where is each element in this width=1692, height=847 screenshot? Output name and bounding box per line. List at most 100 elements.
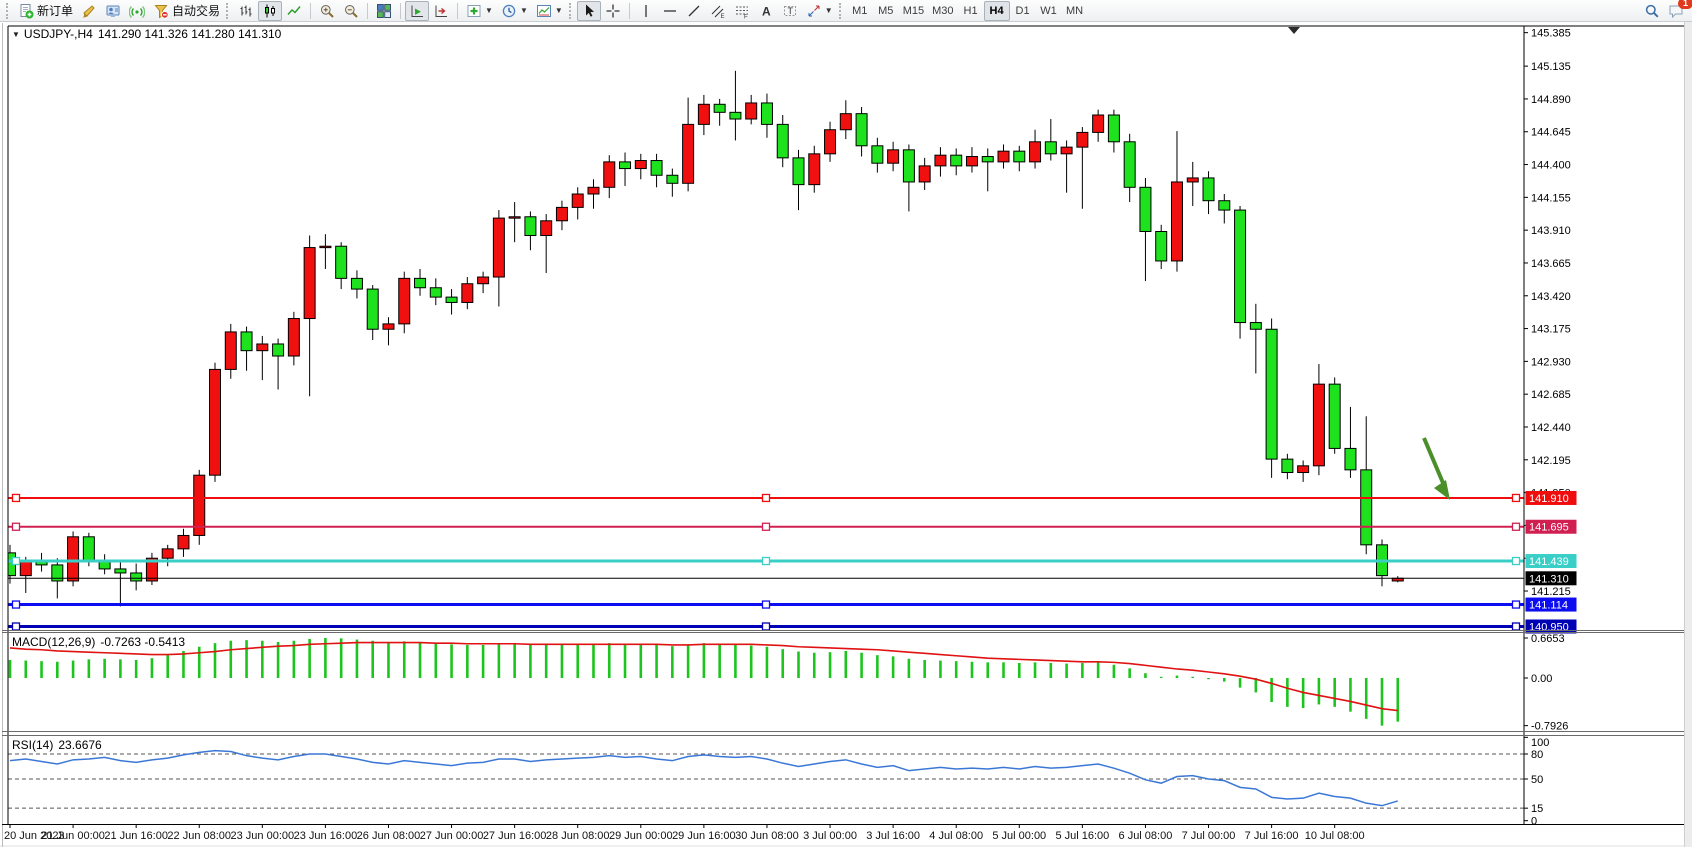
candlestick-chart-button[interactable] xyxy=(258,1,282,21)
macd-scale-label: 0.6653 xyxy=(1531,633,1565,645)
line-handle[interactable] xyxy=(763,601,770,608)
line-handle[interactable] xyxy=(13,558,20,565)
x-axis-label: 29 Jun 00:00 xyxy=(609,830,673,842)
toolbar-grip[interactable] xyxy=(569,3,573,19)
channel-button[interactable]: E xyxy=(706,1,730,21)
x-axis-label: 23 Jun 16:00 xyxy=(294,830,358,842)
tf-m5-button[interactable]: M5 xyxy=(873,1,899,21)
text-label-icon: T xyxy=(782,3,798,19)
line-handle[interactable] xyxy=(1513,558,1520,565)
trendline-button[interactable] xyxy=(682,1,706,21)
trendline-icon xyxy=(686,3,702,19)
line-handle[interactable] xyxy=(1513,601,1520,608)
y-axis-label: 144.155 xyxy=(1531,192,1571,204)
zoom-in-icon xyxy=(319,3,335,19)
tf-d1-button[interactable]: D1 xyxy=(1010,1,1036,21)
arrows-button[interactable]: ▼ xyxy=(802,1,837,21)
templates-button[interactable]: ▼ xyxy=(532,1,567,21)
horn-button[interactable] xyxy=(77,1,101,21)
tile-windows-button[interactable] xyxy=(372,1,396,21)
chart-shift-icon xyxy=(433,3,449,19)
x-axis-label: 4 Jul 08:00 xyxy=(929,830,983,842)
line-handle[interactable] xyxy=(763,494,770,501)
signals-button[interactable] xyxy=(125,1,149,21)
y-axis-label: 143.420 xyxy=(1531,291,1571,303)
autotrading-label: 自动交易 xyxy=(172,2,220,19)
line-handle[interactable] xyxy=(1513,623,1520,630)
text-icon: A xyxy=(758,3,774,19)
macd-label: MACD(12,26,9) xyxy=(12,635,95,649)
text-label-button[interactable]: T xyxy=(778,1,802,21)
horizontal-line-icon xyxy=(662,3,678,19)
chat-notification-badge: 1 xyxy=(1678,0,1692,9)
chart-shift-button[interactable] xyxy=(429,1,453,21)
toolbar-grip[interactable] xyxy=(839,3,843,19)
x-axis-label: 10 Jul 08:00 xyxy=(1305,830,1365,842)
tf-w1-button[interactable]: W1 xyxy=(1036,1,1062,21)
tf-m1-button[interactable]: M1 xyxy=(847,1,873,21)
price-label-text: 141.695 xyxy=(1529,522,1569,534)
chart-canvas[interactable]: 145.385145.135144.890144.645144.400144.1… xyxy=(0,0,1692,847)
vertical-line-icon xyxy=(638,3,654,19)
crosshair-icon xyxy=(605,3,621,19)
y-axis-label: 144.890 xyxy=(1531,94,1571,106)
line-handle[interactable] xyxy=(763,623,770,630)
search-button[interactable] xyxy=(1640,1,1664,21)
autotrading-button[interactable]: 自动交易 xyxy=(149,1,224,21)
tf-h4-button[interactable]: H4 xyxy=(984,1,1010,21)
toolbar-separator xyxy=(629,3,630,19)
y-axis-label: 145.385 xyxy=(1531,28,1571,40)
svg-text:E: E xyxy=(720,14,724,19)
search-icon xyxy=(1644,3,1660,19)
tf-m30-button[interactable]: M30 xyxy=(928,1,957,21)
tf-m15-button[interactable]: M15 xyxy=(899,1,928,21)
tile-windows-icon xyxy=(376,3,392,19)
cursor-button[interactable] xyxy=(577,1,601,21)
macd-values: -0.7263 -0.5413 xyxy=(100,635,185,649)
templates-icon xyxy=(536,3,552,19)
line-handle[interactable] xyxy=(13,523,20,530)
tf-h1-button[interactable]: H1 xyxy=(958,1,984,21)
x-axis-label: 28 Jun 08:00 xyxy=(546,830,610,842)
x-axis-label: 7 Jul 00:00 xyxy=(1182,830,1236,842)
svg-text:F: F xyxy=(744,14,748,19)
horizontal-line-button[interactable] xyxy=(658,1,682,21)
vertical-line-button[interactable] xyxy=(634,1,658,21)
text-button[interactable]: A xyxy=(754,1,778,21)
chevron-down-icon: ▼ xyxy=(485,7,493,15)
new-order-icon xyxy=(18,3,34,19)
indicators-icon xyxy=(466,3,482,19)
new-order-button[interactable]: 新订单 xyxy=(14,1,77,21)
line-chart-button[interactable] xyxy=(282,1,306,21)
x-axis-label: 5 Jul 16:00 xyxy=(1055,830,1109,842)
bar-chart-button[interactable] xyxy=(234,1,258,21)
fibonacci-button[interactable]: F xyxy=(730,1,754,21)
line-handle[interactable] xyxy=(13,601,20,608)
line-handle[interactable] xyxy=(763,558,770,565)
chart-title: ▼USDJPY-,H4141.290 141.326 141.280 141.3… xyxy=(12,27,281,41)
auto-scroll-button[interactable] xyxy=(405,1,429,21)
toolbar-grip[interactable] xyxy=(226,3,230,19)
line-handle[interactable] xyxy=(1513,494,1520,501)
chart-ohlc-values: 141.290 141.326 141.280 141.310 xyxy=(98,27,282,41)
publisher-icon xyxy=(105,3,121,19)
publisher-button[interactable] xyxy=(101,1,125,21)
chat-button[interactable]: 1 xyxy=(1664,1,1688,21)
line-handle[interactable] xyxy=(13,623,20,630)
macd-scale-label: 0.00 xyxy=(1531,673,1552,685)
autotrading-icon xyxy=(153,3,169,19)
line-handle[interactable] xyxy=(1513,523,1520,530)
one-click-collapse-icon[interactable]: ▼ xyxy=(12,30,20,39)
crosshair-button[interactable] xyxy=(601,1,625,21)
zoom-out-button[interactable] xyxy=(339,1,363,21)
line-handle[interactable] xyxy=(13,494,20,501)
signals-icon xyxy=(129,3,145,19)
line-handle[interactable] xyxy=(763,523,770,530)
window-right-edge xyxy=(1684,22,1692,847)
toolbar-grip[interactable] xyxy=(6,3,10,19)
tf-mn-button[interactable]: MN xyxy=(1062,1,1088,21)
periods-button[interactable]: ▼ xyxy=(497,1,532,21)
x-axis-label: 21 Jun 00:00 xyxy=(41,830,105,842)
zoom-in-button[interactable] xyxy=(315,1,339,21)
indicators-button[interactable]: ▼ xyxy=(462,1,497,21)
